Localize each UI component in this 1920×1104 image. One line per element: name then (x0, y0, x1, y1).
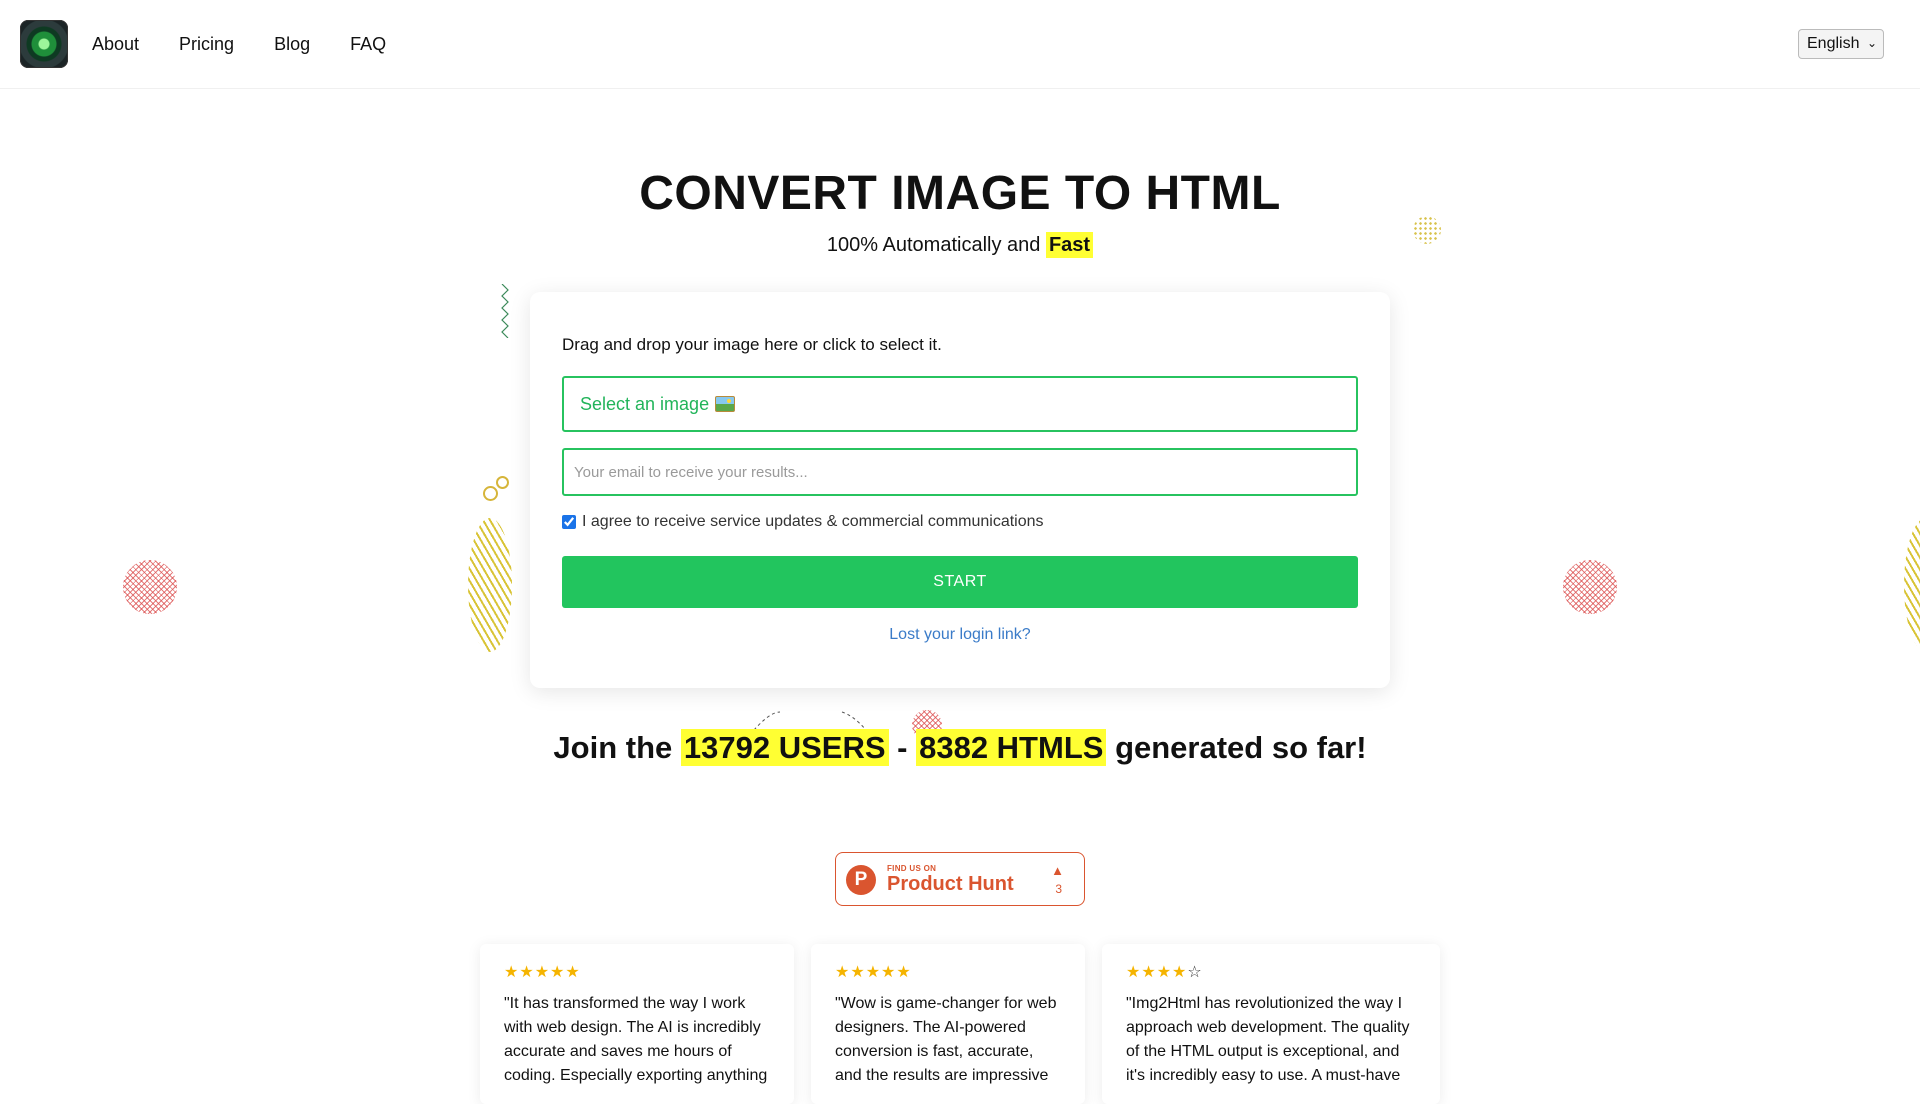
product-hunt-name: Product Hunt (887, 873, 1014, 895)
testimonial-card: ★★★★☆ "Img2Html has revolutionized the w… (1102, 944, 1440, 1104)
main-nav: About Pricing Blog FAQ (92, 0, 386, 88)
product-hunt-badge[interactable]: P FIND US ON Product Hunt ▲ 3 (835, 852, 1085, 906)
product-hunt-logo-icon: P (846, 865, 876, 895)
usage-stats: Join the 13792 USERS - 8382 HTMLS genera… (0, 729, 1920, 766)
stats-separator: - (897, 730, 908, 765)
star-filled-icon: ★ (881, 964, 897, 981)
consent-row[interactable]: I agree to receive service updates & com… (562, 513, 1044, 531)
page-title: CONVERT IMAGE TO HTML (639, 167, 1281, 220)
star-filled-icon: ★ (534, 964, 551, 981)
star-filled-icon: ★ (519, 964, 535, 981)
nav-about-link[interactable]: About (92, 34, 139, 55)
page-subtitle: 100% Automatically and Fast (0, 232, 1920, 258)
stats-users-count: 13792 USERS (680, 729, 889, 766)
decorative-zigzag-icon (501, 284, 509, 338)
testimonial-card: ★★★★★ "Wow is game-changer for web desig… (811, 944, 1085, 1104)
star-filled-icon: ★ (1172, 964, 1188, 981)
product-hunt-small-text: FIND US ON (887, 864, 937, 873)
star-filled-icon: ★ (565, 964, 581, 981)
upvote-count: 3 (1055, 882, 1062, 896)
testimonial-text: "Wow is game-changer for web designers. … (835, 995, 1057, 1084)
image-select-label: Select an image (580, 393, 710, 414)
testimonial-card: ★★★★★ "It has transformed the way I work… (480, 944, 794, 1104)
decorative-ring-icon (483, 486, 498, 501)
nav-faq-link[interactable]: FAQ (350, 34, 386, 55)
decorative-dots-red-right (1563, 560, 1617, 614)
stats-suffix: generated so far! (1115, 730, 1367, 765)
consent-label: I agree to receive service updates & com… (582, 513, 1044, 530)
star-filled-icon: ★ (1156, 964, 1173, 981)
chevron-down-icon: ⌄ (1866, 36, 1877, 50)
upload-card: Drag and drop your image here or click t… (530, 292, 1390, 688)
email-input[interactable] (562, 448, 1358, 496)
lost-login-link[interactable]: Lost your login link? (530, 626, 1390, 644)
subtitle-text: 100% Automatically and (826, 234, 1041, 256)
decorative-ring-small-icon (496, 476, 509, 489)
upvote-triangle-icon: ▲ (1051, 863, 1064, 878)
star-filled-icon: ★ (504, 964, 520, 981)
star-rating: ★★★★★ (835, 962, 1061, 984)
star-rating: ★★★★★ (504, 962, 770, 984)
star-rating: ★★★★☆ (1126, 962, 1416, 984)
start-button[interactable]: START (562, 556, 1358, 608)
star-filled-icon: ★ (865, 964, 882, 981)
picture-icon (715, 396, 736, 412)
consent-checkbox[interactable] (562, 515, 576, 529)
stats-htmls-count: 8382 HTMLS (916, 729, 1107, 766)
star-filled-icon: ★ (850, 964, 866, 981)
decorative-dots-red-left (123, 560, 177, 614)
testimonial-text: "Img2Html has revolutionized the way I a… (1126, 995, 1410, 1084)
star-filled-icon: ★ (896, 964, 912, 981)
star-filled-icon: ★ (835, 964, 851, 981)
decorative-ellipse-yellow-left (468, 518, 512, 652)
star-empty-icon: ☆ (1187, 964, 1203, 981)
decorative-ellipse-yellow-right (1904, 518, 1920, 652)
language-select[interactable]: English ⌄ (1798, 29, 1884, 59)
image-select-dropzone[interactable]: Select an image (562, 376, 1358, 432)
dropzone-instructions: Drag and drop your image here or click t… (562, 335, 942, 354)
top-header: About Pricing Blog FAQ English ⌄ (0, 0, 1920, 89)
app-logo-icon[interactable] (20, 20, 68, 68)
nav-blog-link[interactable]: Blog (274, 34, 310, 55)
nav-pricing-link[interactable]: Pricing (179, 34, 234, 55)
star-filled-icon: ★ (1126, 964, 1142, 981)
testimonial-text: "It has transformed the way I work with … (504, 995, 768, 1084)
stats-prefix: Join the (553, 730, 673, 765)
star-filled-icon: ★ (550, 964, 566, 981)
star-filled-icon: ★ (1141, 964, 1157, 981)
subtitle-highlight: Fast (1045, 232, 1094, 258)
language-selected-value: English (1807, 35, 1860, 52)
